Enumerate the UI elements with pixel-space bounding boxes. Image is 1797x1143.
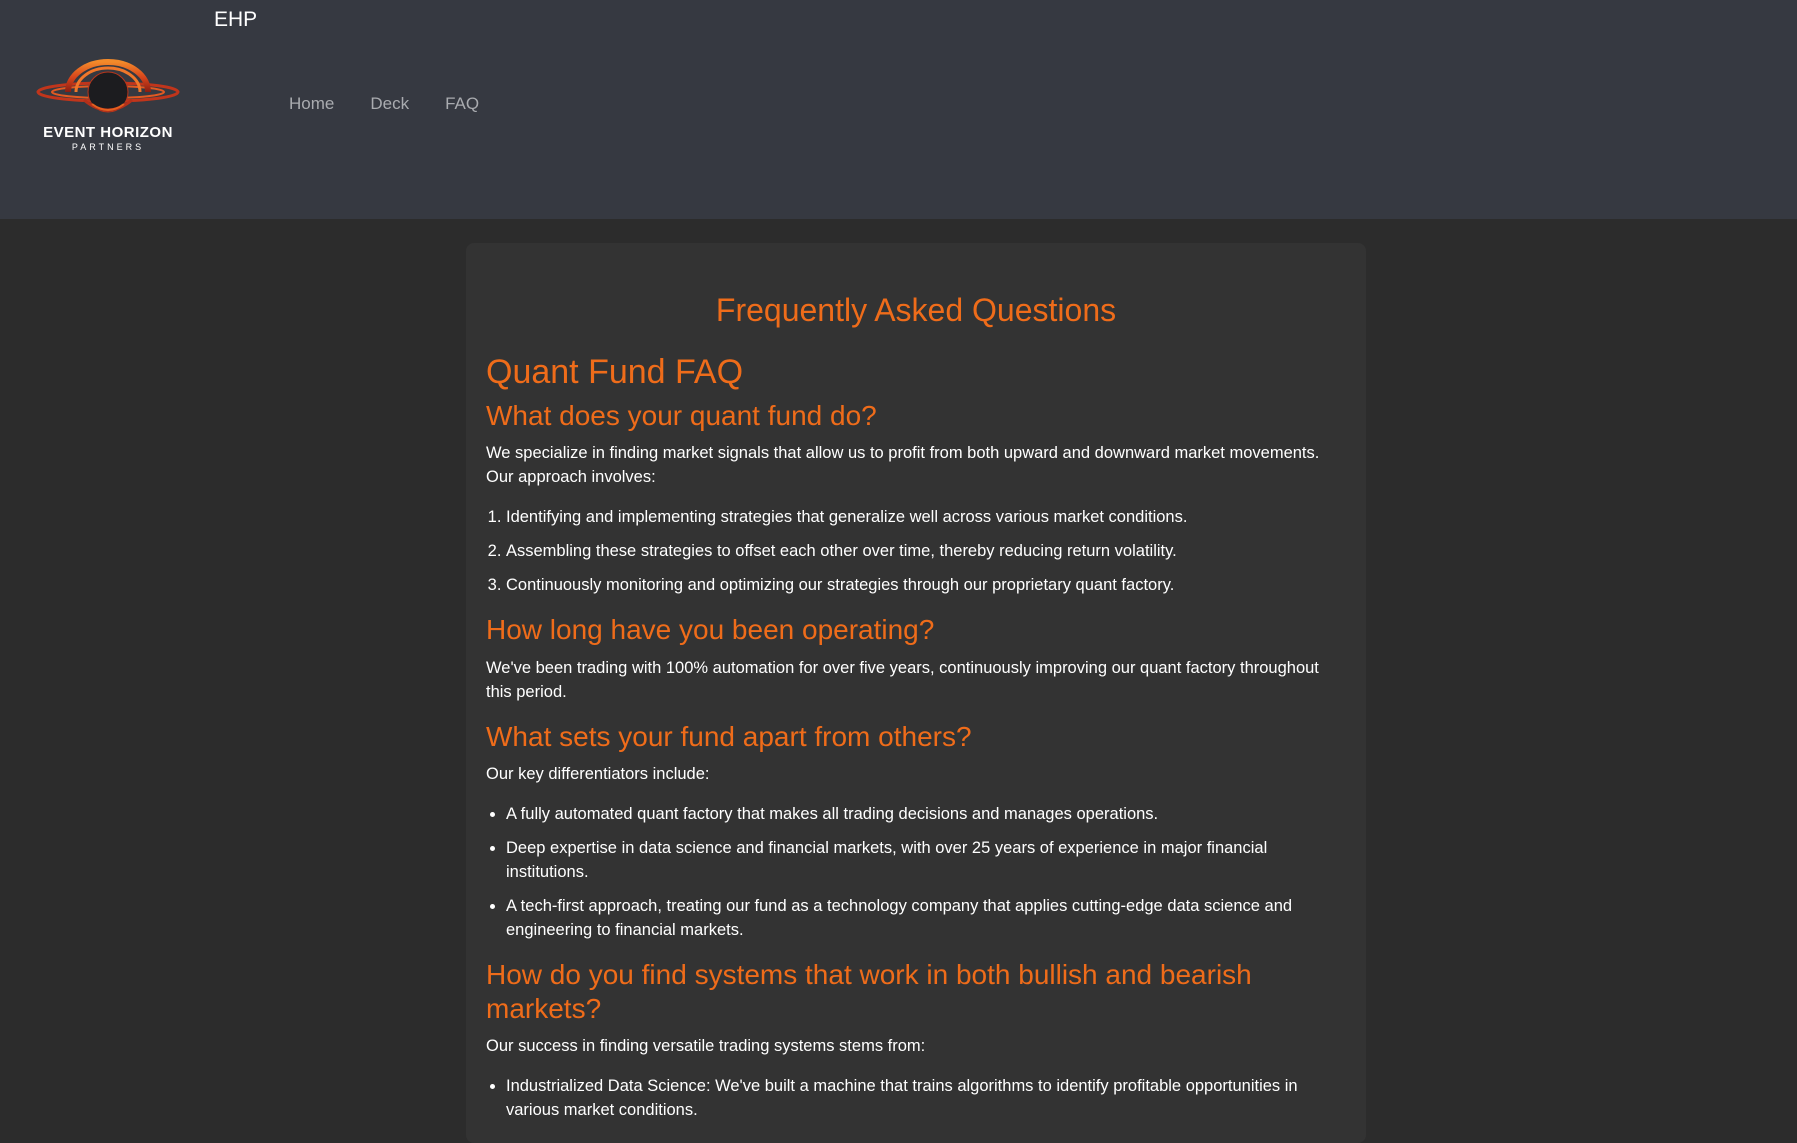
answer-bullet-list: A fully automated quant factory that mak… [486, 802, 1346, 942]
faq-content: Frequently Asked Questions Quant Fund FA… [486, 243, 1346, 1122]
list-item: Deep expertise in data science and finan… [506, 836, 1346, 884]
question-heading: What does your quant fund do? [486, 400, 877, 432]
brand-logo[interactable]: EVENT HORIZON PARTNERS [34, 54, 182, 154]
answer-text: We've been trading with 100% automation … [486, 658, 1319, 701]
section-title: Quant Fund FAQ [486, 353, 744, 392]
answer-ordered-list: Identifying and implementing strategies … [486, 505, 1346, 597]
site-name[interactable]: EHP [214, 8, 257, 32]
logo-text-primary: EVENT HORIZON [43, 124, 173, 141]
logo-text-secondary: PARTNERS [71, 142, 145, 152]
question-heading: How long have you been operating? [486, 614, 935, 646]
list-item: Identifying and implementing strategies … [506, 505, 1346, 529]
list-item: A tech-first approach, treating our fund… [506, 894, 1346, 942]
list-item: Continuously monitoring and optimizing o… [506, 573, 1346, 597]
answer-bullet-list: Industrialized Data Science: We've built… [486, 1074, 1346, 1122]
list-item: Assembling these strategies to offset ea… [506, 539, 1346, 563]
answer-intro: We specialize in finding market signals … [486, 444, 1320, 487]
list-item: A fully automated quant factory that mak… [506, 802, 1346, 826]
answer-intro: Our success in finding versatile trading… [486, 1036, 926, 1055]
answer-intro: Our key differentiators include: [486, 764, 710, 783]
faq-card: Frequently Asked Questions Quant Fund FA… [466, 243, 1366, 1143]
nav-home-link[interactable]: Home [289, 94, 334, 114]
event-horizon-logo-icon [36, 59, 180, 113]
nav-deck-link[interactable]: Deck [370, 94, 409, 114]
site-header: EHP EVENT HORIZON PARTNERS Home Deck FAQ [0, 0, 1797, 219]
question-heading: What sets your fund apart from others? [486, 720, 972, 752]
main-nav: Home Deck FAQ [289, 94, 515, 114]
page-title: Frequently Asked Questions [715, 292, 1117, 328]
nav-faq-link[interactable]: FAQ [445, 94, 479, 114]
list-item: Industrialized Data Science: We've built… [506, 1074, 1346, 1122]
question-heading: How do you find systems that work in bot… [486, 958, 1252, 1024]
